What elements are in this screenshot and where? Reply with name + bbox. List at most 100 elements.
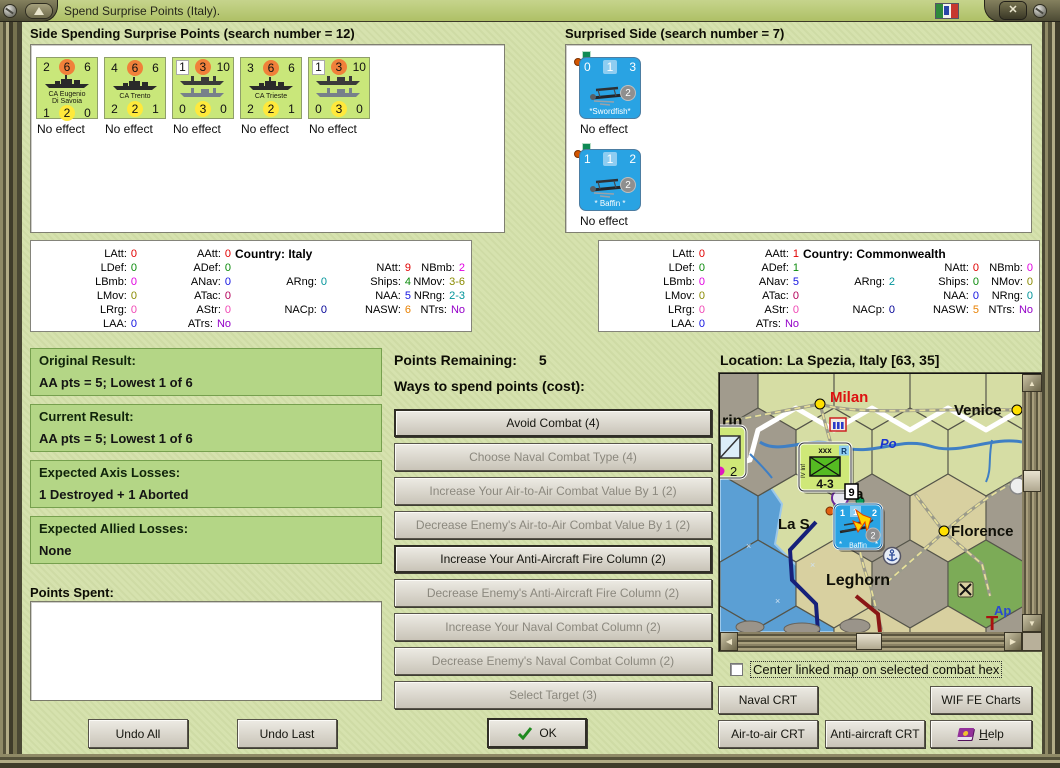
wif-fe-charts-button[interactable]: WIF FE Charts xyxy=(930,686,1032,714)
convoy-icon xyxy=(316,76,360,97)
right-panel-heading: Surprised Side (search number = 7) xyxy=(565,26,785,41)
stat-cw-atrs: ATrs: No xyxy=(705,318,799,332)
stat-label: LAtt: xyxy=(672,248,695,260)
expected-allied-losses-title: Expected Allied Losses: xyxy=(39,521,189,536)
unit-effect-label: No effect xyxy=(580,122,628,136)
spend-button-label: Avoid Combat (4) xyxy=(506,416,600,430)
map-hscrollbar[interactable]: ◀ ▶ xyxy=(720,632,1022,651)
stat-label: NBmb: xyxy=(989,262,1023,274)
stat-italy-country: Country: Italy xyxy=(235,247,313,261)
scroll-right-button[interactable]: ▶ xyxy=(1004,632,1022,651)
up-arrow-icon: ▲ xyxy=(1028,378,1036,388)
ok-button[interactable]: OK xyxy=(487,718,587,748)
spend-button-increase-your-anti-aircraft-fire-column-2[interactable]: Increase Your Anti-Aircraft Fire Column … xyxy=(394,545,712,573)
spend-button-decrease-enemy-s-air-to-air-combat-value-by-1-2[interactable]: Decrease Enemy's Air-to-Air Combat Value… xyxy=(394,511,712,539)
map-edge-letter: T xyxy=(986,613,998,632)
air-to-air-crt-button[interactable]: Air-to-air CRT xyxy=(718,720,818,748)
partial-air-counter[interactable]: 2 xyxy=(720,424,748,480)
close-button[interactable]: ✕ xyxy=(1000,2,1026,19)
svg-text:×: × xyxy=(810,560,815,570)
stat-label: LRrg: xyxy=(99,304,127,316)
baffin-map-counter[interactable]: 1 1 2 2 * Baffin * xyxy=(832,502,885,552)
stat-label: NASW: xyxy=(365,304,401,316)
unit-cell-ca-trento: 4 6 6 CA Trento 2 2 1 No effect xyxy=(104,57,172,136)
spend-button-increase-your-naval-combat-column-2[interactable]: Increase Your Naval Combat Column (2) xyxy=(394,613,712,641)
stat-label: LAtt: xyxy=(104,248,127,260)
counter-top-row: 266 xyxy=(37,59,97,75)
spend-button-avoid-combat-4[interactable]: Avoid Combat (4) xyxy=(394,409,712,437)
stack-count-value: 9 xyxy=(848,487,854,499)
anti-aircraft-crt-button[interactable]: Anti-aircraft CRT xyxy=(825,720,925,748)
counter-top-left: 3 xyxy=(247,60,254,75)
stat-label: NRng: xyxy=(991,290,1023,302)
stat-italy-lmov: LMov: 0 xyxy=(33,290,137,304)
titlebar-shade-button[interactable] xyxy=(26,4,52,18)
stat-label: NACp: xyxy=(284,304,317,316)
expected-axis-losses-value: 1 Destroyed + 1 Aborted xyxy=(39,487,189,502)
unit-counter-convoy[interactable]: 1 3 10 0 3 0 xyxy=(172,57,234,119)
points-spent-listbox[interactable] xyxy=(30,601,382,701)
stat-value: 0 xyxy=(792,290,799,302)
counter-top-right: 6 xyxy=(84,60,91,74)
stat-label: AAtt: xyxy=(765,248,789,260)
unit-counter-baffin[interactable]: 1 1 2 2 * Baffin * xyxy=(579,149,641,211)
stat-value: 2-3 xyxy=(449,290,465,302)
undo-last-button[interactable]: Undo Last xyxy=(237,719,337,748)
spend-button-select-target-3[interactable]: Select Target (3) xyxy=(394,681,712,709)
titlebar[interactable]: Spend Surprise Points (Italy). ✕ xyxy=(0,0,1060,22)
roundel-icon xyxy=(1009,477,1022,495)
stat-value: 0 xyxy=(224,262,231,274)
spend-button-decrease-enemy-s-anti-aircraft-fire-column-2[interactable]: Decrease Enemy's Anti-Aircraft Fire Colu… xyxy=(394,579,712,607)
unit-counter-ca-trieste[interactable]: 3 6 6 CA Trieste 2 2 1 xyxy=(240,57,302,119)
resource-icon xyxy=(957,581,974,598)
stat-italy-anav: ANav: 0 xyxy=(137,276,231,290)
stat-cw-nasw: NASW: 5 xyxy=(895,304,979,318)
counter-top-right: 6 xyxy=(288,60,295,75)
spend-button-decrease-enemy-s-naval-combat-column-2[interactable]: Decrease Enemy's Naval Combat Column (2) xyxy=(394,647,712,675)
center-map-checkbox-label[interactable]: Center linked map on selected combat hex xyxy=(750,661,1003,678)
stat-value: 1 xyxy=(792,262,799,274)
spend-button-label: Decrease Enemy's Naval Combat Column (2) xyxy=(431,654,675,668)
stat-value: 2 xyxy=(458,262,465,274)
spend-button-label: Increase Your Anti-Aircraft Fire Column … xyxy=(440,552,666,566)
undo-all-button[interactable]: Undo All xyxy=(88,719,188,748)
counter-top-right: 2 xyxy=(629,151,636,166)
stat-cw-natt: NAtt: 0 xyxy=(895,262,979,276)
scroll-down-button[interactable]: ▼ xyxy=(1022,614,1042,632)
counter-top-mid-circle: 6 xyxy=(263,59,279,76)
help-button[interactable]: Help xyxy=(930,720,1032,748)
unit-counter-convoy[interactable]: 1 3 10 0 3 0 xyxy=(308,57,370,119)
map-vscrollbar[interactable]: ▲ ▼ xyxy=(1022,374,1042,632)
stat-label: NAA: xyxy=(943,290,969,302)
stat-italy-latt: LAtt: 0 xyxy=(33,248,137,262)
counter-circle-badge: 2 xyxy=(620,85,636,101)
stat-label: LMov: xyxy=(664,290,695,302)
vscroll-thumb[interactable] xyxy=(1023,470,1041,492)
commonwealth-stats-panel: LAtt: 0 LDef: 0 LBmb: 0 LMov: 0 LRrg: 0 LAA: 0 AAtt:… xyxy=(598,240,1040,332)
stat-label: AAtt: xyxy=(197,248,221,260)
stat-label: LAA: xyxy=(671,318,695,330)
spend-button-choose-naval-combat-type-4[interactable]: Choose Naval Combat Type (4) xyxy=(394,443,712,471)
hscroll-thumb[interactable] xyxy=(856,633,882,650)
scroll-up-button[interactable]: ▲ xyxy=(1022,374,1042,392)
baffin-t3: 2 xyxy=(872,508,877,518)
stat-label: ATrs: xyxy=(755,318,781,330)
scroll-left-button[interactable]: ◀ xyxy=(720,632,738,651)
unit-counter-swordfish[interactable]: 0 1 3 2 *Swordfish* xyxy=(579,57,641,119)
spend-button-increase-your-air-to-air-combat-value-by-1-2[interactable]: Increase Your Air-to-Air Combat Value By… xyxy=(394,477,712,505)
cruiser-icon xyxy=(45,75,89,88)
naval-crt-button[interactable]: Naval CRT xyxy=(718,686,818,714)
map-view[interactable]: ××× rin Milan Venice Po La S Leghorn Flo… xyxy=(720,374,1022,632)
counter-art xyxy=(173,75,233,101)
unit-counter-ca-eugenio-di-savoia[interactable]: 2 6 6 CA Eugenio Di Savoia 1 2 0 xyxy=(36,57,98,121)
center-map-checkbox[interactable] xyxy=(730,663,743,676)
counter-bottom-row: 030 xyxy=(309,101,369,117)
stat-cw-lrrg: LRrg: 0 xyxy=(601,304,705,318)
florence-label: Florence xyxy=(951,523,1014,540)
unit-counter-ca-trento[interactable]: 4 6 6 CA Trento 2 2 1 xyxy=(104,57,166,119)
stat-label: ADef: xyxy=(761,262,789,274)
ways-to-spend-label: Ways to spend points (cost): xyxy=(394,378,585,394)
unit-cell-convoy: 1 3 10 0 3 0 No effect xyxy=(308,57,376,136)
stat-italy-atac: ATac: 0 xyxy=(137,290,231,304)
stat-italy-nbmb: NBmb: 2 xyxy=(411,262,465,276)
